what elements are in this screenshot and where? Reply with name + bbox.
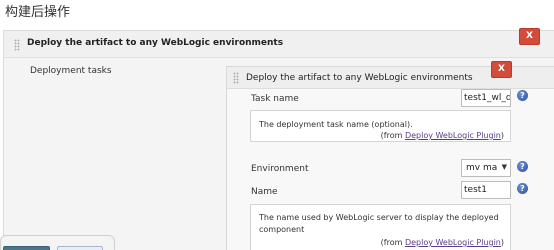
apply-button[interactable] xyxy=(57,246,103,250)
environment-value: mv ma xyxy=(466,163,498,173)
help-icon[interactable]: ? xyxy=(517,183,528,194)
help-text: The name used by WebLogic server to disp… xyxy=(259,212,499,236)
outer-panel-header: Deploy the artifact to any WebLogic envi… xyxy=(4,31,554,58)
drag-handle-icon[interactable] xyxy=(14,39,20,51)
environment-select[interactable]: mv ma ▼ xyxy=(461,159,511,177)
name-label: Name xyxy=(251,187,278,197)
plugin-link[interactable]: Deploy WebLogic Plugin xyxy=(405,238,501,247)
task-panel-title: Deploy the artifact to any WebLogic envi… xyxy=(246,73,473,83)
help-from-prefix: (from xyxy=(380,238,405,247)
save-button[interactable] xyxy=(3,246,50,250)
section-title: 构建后操作 xyxy=(5,5,71,20)
help-text-line-2: component xyxy=(259,225,305,234)
help-source: (from Deploy WebLogic Plugin) xyxy=(381,130,504,142)
task-name-help-box: The deployment task name (optional). (fr… xyxy=(250,110,511,142)
help-source: (from Deploy WebLogic Plugin) xyxy=(381,237,504,249)
task-name-label: Task name xyxy=(251,94,299,104)
drag-handle-icon[interactable] xyxy=(233,72,239,84)
help-text-line-1: The name used by WebLogic server to disp… xyxy=(259,213,499,222)
delete-task-button[interactable]: X xyxy=(491,61,512,78)
name-input[interactable]: test1 xyxy=(461,181,511,199)
help-icon[interactable]: ? xyxy=(517,90,528,101)
environment-label: Environment xyxy=(251,164,309,174)
deploy-task-panel: Deploy the artifact to any WebLogic envi… xyxy=(226,66,554,250)
help-from-suffix: ) xyxy=(500,131,504,140)
chevron-down-icon: ▼ xyxy=(501,163,507,171)
help-from-prefix: (from xyxy=(380,131,405,140)
help-from-suffix: ) xyxy=(500,238,504,247)
name-help-box: The name used by WebLogic server to disp… xyxy=(250,204,511,250)
deployment-tasks-label: Deployment tasks xyxy=(30,66,112,76)
task-name-input[interactable]: test1_wl_de xyxy=(461,89,511,107)
delete-outer-button[interactable]: X xyxy=(519,28,540,45)
plugin-link[interactable]: Deploy WebLogic Plugin xyxy=(405,131,501,140)
outer-panel-title: Deploy the artifact to any WebLogic envi… xyxy=(27,38,284,48)
help-icon[interactable]: ? xyxy=(517,161,528,172)
